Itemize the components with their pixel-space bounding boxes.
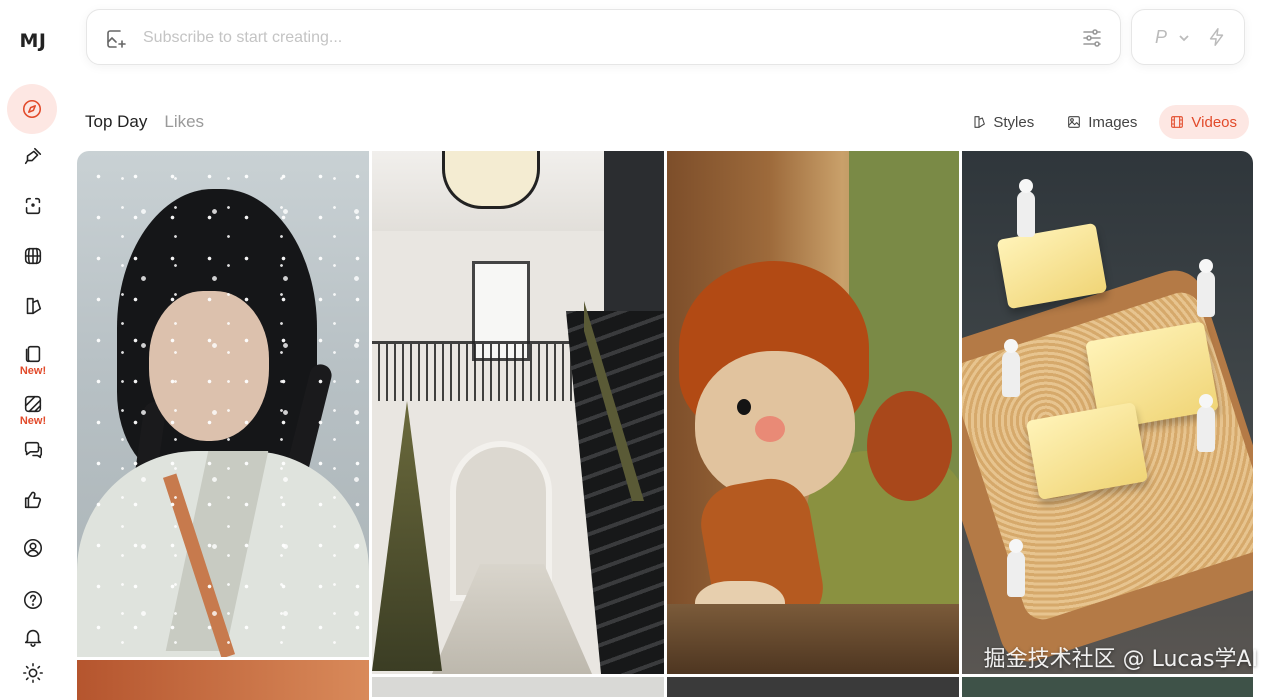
gallery-item[interactable] [372, 677, 664, 697]
sidebar-item-create[interactable] [8, 134, 58, 178]
globe-icon [22, 245, 44, 267]
sidebar-item-theme[interactable] [8, 651, 58, 695]
help-icon [22, 589, 44, 611]
sidebar-item-moodboards[interactable]: New! [8, 390, 58, 430]
lightning-icon[interactable] [1206, 26, 1228, 48]
moodboard-icon [22, 393, 44, 415]
filter-label: Images [1088, 114, 1137, 131]
gallery-item[interactable] [667, 677, 959, 697]
sidebar-item-edit[interactable] [8, 184, 58, 228]
sidebar-item-styles[interactable] [8, 284, 58, 328]
gallery-item[interactable] [77, 151, 369, 657]
compass-icon [21, 98, 43, 120]
sun-icon [22, 662, 44, 684]
gallery-item[interactable] [962, 151, 1253, 674]
prompt-input[interactable] [143, 24, 1043, 52]
cards-icon [22, 343, 44, 365]
sidebar-item-profile[interactable] [8, 526, 58, 570]
add-image-icon[interactable] [104, 27, 128, 51]
sidebar-item-rooms[interactable] [8, 234, 58, 278]
filter-styles-button[interactable]: Styles [961, 105, 1046, 139]
brush-icon [22, 145, 44, 167]
filter-label: Videos [1191, 114, 1237, 131]
mode-label: P [1155, 27, 1167, 48]
bell-icon [22, 626, 44, 648]
gallery-item[interactable] [667, 151, 959, 674]
feed-tabs: Top Day Likes [85, 112, 204, 132]
gallery-item[interactable] [372, 151, 664, 674]
sidebar-item-explore[interactable] [7, 84, 57, 134]
image-icon [1066, 114, 1082, 130]
tab-likes[interactable]: Likes [164, 112, 204, 132]
filter-images-button[interactable]: Images [1056, 105, 1149, 139]
profile-icon [22, 537, 44, 559]
thumbs-up-icon [22, 489, 44, 511]
app-logo[interactable]: MJ [0, 30, 66, 52]
styles-icon [22, 295, 44, 317]
new-badge: New! [20, 416, 46, 427]
gallery-item[interactable] [962, 677, 1253, 697]
gallery-item[interactable] [77, 660, 369, 700]
chevron-down-icon [1178, 31, 1190, 43]
sidebar: MJ New! New! [0, 0, 66, 695]
watermark: 掘金技术社区 @ Lucas学AI [984, 641, 1258, 673]
filter-label: Styles [993, 114, 1034, 131]
styles-icon [971, 114, 987, 130]
prompt-bar [86, 9, 1121, 65]
mode-selector[interactable]: P [1131, 9, 1245, 65]
gallery-grid [77, 151, 1253, 695]
media-filters: Styles Images Videos [961, 105, 1249, 139]
chat-icon [22, 439, 44, 461]
sidebar-item-cards[interactable]: New! [8, 340, 58, 380]
filter-videos-button[interactable]: Videos [1159, 105, 1249, 139]
sliders-icon[interactable] [1080, 26, 1104, 50]
sidebar-item-chat[interactable] [8, 428, 58, 472]
new-badge: New! [20, 366, 46, 377]
film-icon [1169, 114, 1185, 130]
tab-top-day[interactable]: Top Day [85, 112, 147, 132]
sidebar-item-likes[interactable] [8, 478, 58, 522]
editor-icon [22, 195, 44, 217]
